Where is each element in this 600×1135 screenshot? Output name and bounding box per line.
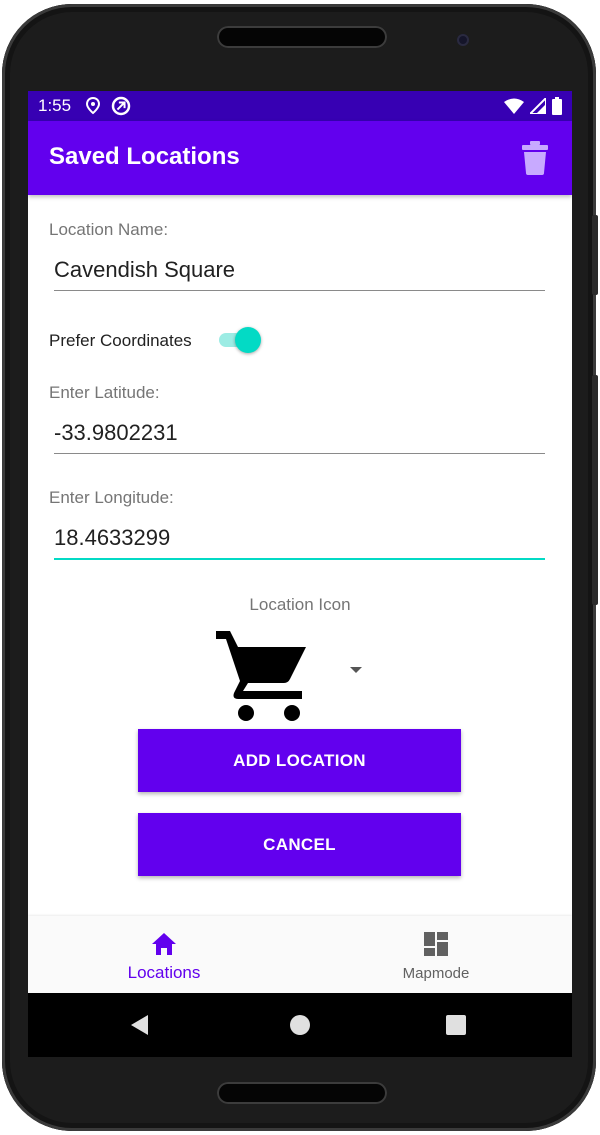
nav-label-mapmode: Mapmode xyxy=(402,965,470,982)
wifi-icon xyxy=(504,98,524,114)
nav-item-locations[interactable]: Locations xyxy=(28,916,300,993)
location-icon xyxy=(86,97,101,115)
chevron-down-icon xyxy=(350,667,362,673)
prefer-coordinates-toggle[interactable] xyxy=(219,327,263,353)
trash-icon xyxy=(522,141,548,175)
front-camera xyxy=(457,34,469,46)
app-bar: Saved Locations xyxy=(28,121,572,195)
dashboard-icon xyxy=(424,932,448,956)
add-location-button[interactable]: ADD LOCATION xyxy=(138,729,461,792)
volume-button xyxy=(592,375,598,605)
bottom-speaker xyxy=(217,1082,387,1104)
home-circle-icon[interactable] xyxy=(288,1013,312,1037)
battery-icon xyxy=(552,97,562,115)
bottom-navigation: Locations Mapmode xyxy=(28,916,572,993)
nav-item-mapmode[interactable]: Mapmode xyxy=(300,916,572,993)
latitude-input[interactable] xyxy=(54,413,545,454)
prefer-coordinates-label: Prefer Coordinates xyxy=(49,331,192,350)
longitude-label: Enter Longitude: xyxy=(49,488,174,507)
page-title: Saved Locations xyxy=(49,143,240,170)
delete-button[interactable] xyxy=(521,141,549,175)
nav-label-locations: Locations xyxy=(127,963,201,982)
location-name-label: Location Name: xyxy=(49,220,169,239)
status-time: 1:55 xyxy=(38,96,72,115)
latitude-label: Enter Latitude: xyxy=(49,383,160,402)
sync-icon xyxy=(111,96,131,116)
back-icon[interactable] xyxy=(128,1013,152,1037)
toggle-thumb xyxy=(235,327,261,353)
signal-icon xyxy=(530,98,546,114)
longitude-input[interactable] xyxy=(54,518,545,560)
home-icon xyxy=(152,933,176,955)
system-navigation-bar xyxy=(28,993,572,1057)
screen: 1:55 Saved Locations Location Name: Cave… xyxy=(28,91,572,1057)
shopping-cart-icon xyxy=(216,631,306,721)
status-bar: 1:55 xyxy=(28,91,572,121)
earpiece-speaker xyxy=(217,26,387,48)
power-button xyxy=(592,215,598,295)
cancel-button[interactable]: CANCEL xyxy=(138,813,461,876)
location-icon-label: Location Icon xyxy=(249,595,351,614)
location-icon-spinner[interactable] xyxy=(214,623,374,723)
location-name-input[interactable] xyxy=(54,250,545,291)
recents-icon[interactable] xyxy=(444,1013,468,1037)
